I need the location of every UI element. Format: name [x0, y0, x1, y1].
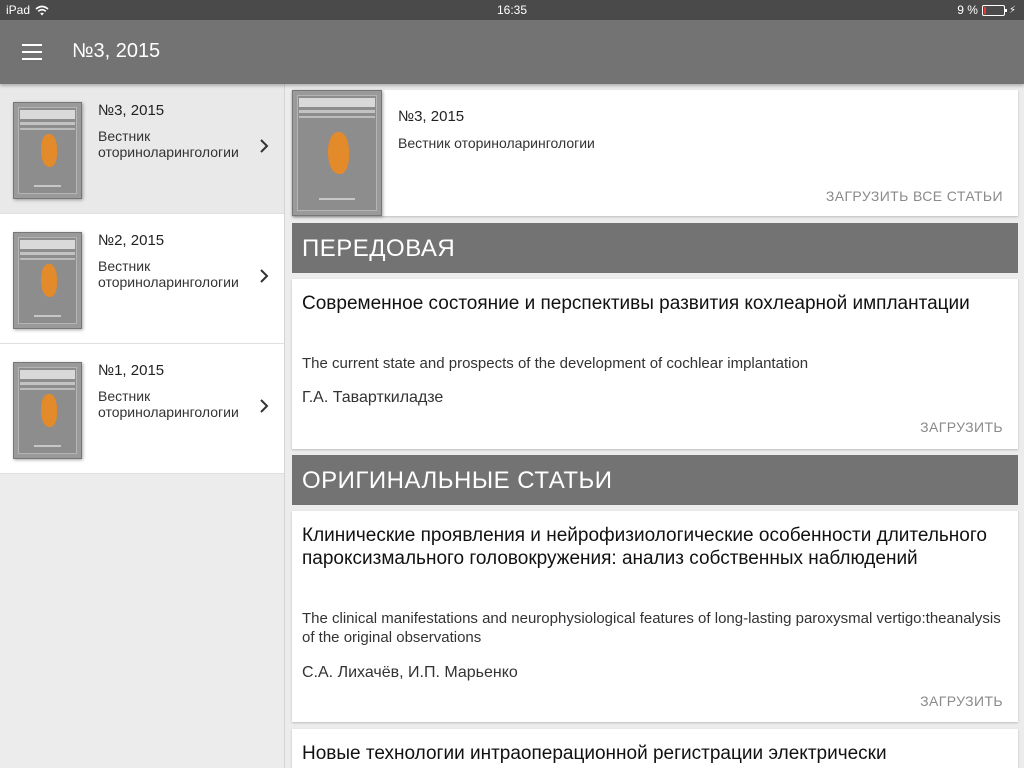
download-all-button[interactable]: ЗАГРУЗИТЬ ВСЕ СТАТЬИ: [826, 188, 1003, 204]
download-button[interactable]: ЗАГРУЗИТЬ: [920, 419, 1003, 435]
issue-cover-image: [292, 90, 382, 216]
issue-number: №1, 2015: [98, 362, 165, 379]
journal-name: Вестник оториноларингологии: [98, 388, 239, 420]
battery-fill: [983, 6, 986, 14]
article-card[interactable]: Клинические проявления и нейрофизиологич…: [292, 511, 1018, 722]
article-card[interactable]: Современное состояние и перспективы разв…: [292, 279, 1018, 449]
issue-cover-image: [13, 232, 82, 329]
issue-cover-image: [13, 102, 82, 199]
issue-contents: №3, 2015 Вестник оториноларингологии ЗАГ…: [286, 84, 1024, 768]
chevron-right-icon: [260, 399, 269, 413]
status-right: 9 % ⚡: [957, 3, 1016, 17]
issue-cover-image: [13, 362, 82, 459]
menu-icon-line: [22, 44, 42, 46]
app-bar: №3, 2015: [0, 20, 1024, 84]
article-card[interactable]: Новые технологии интраоперационной регис…: [292, 729, 1018, 768]
journal-name: Вестник оториноларингологии: [98, 128, 239, 160]
chevron-right-icon: [260, 139, 269, 153]
article-title-en: The clinical manifestations and neurophy…: [302, 610, 1001, 646]
article-authors: С.А. Лихачёв, И.П. Марьенко: [302, 664, 518, 681]
status-bar: iPad 16:35 9 % ⚡: [0, 0, 1024, 20]
issue-number: №3, 2015: [398, 108, 465, 125]
issue-list-item[interactable]: №1, 2015 Вестник оториноларингологии: [0, 344, 284, 474]
chevron-right-icon: [260, 269, 269, 283]
article-title-en: The current state and prospects of the d…: [302, 355, 809, 372]
article-title: Новые технологии интраоперационной регис…: [302, 743, 887, 764]
issue-list-item[interactable]: №2, 2015 Вестник оториноларингологии: [0, 214, 284, 344]
section-header: ПЕРЕДОВАЯ: [292, 223, 1018, 273]
status-time: 16:35: [496, 3, 528, 17]
battery-percent: 9 %: [957, 3, 978, 17]
article-title: Современное состояние и перспективы разв…: [302, 293, 970, 314]
download-button[interactable]: ЗАГРУЗИТЬ: [920, 693, 1003, 709]
section-header: ОРИГИНАЛЬНЫЕ СТАТЬИ: [292, 455, 1018, 505]
page-title: №3, 2015: [72, 40, 161, 62]
issue-number: №3, 2015: [98, 102, 165, 119]
article-authors: Г.А. Таварткиладзе: [302, 389, 444, 406]
charging-icon: ⚡: [1008, 4, 1016, 16]
issue-list-item[interactable]: №3, 2015 Вестник оториноларингологии: [0, 84, 284, 214]
issue-header-card: №3, 2015 Вестник оториноларингологии ЗАГ…: [292, 90, 1018, 216]
issues-sidebar: №3, 2015 Вестник оториноларингологии №2,…: [0, 84, 285, 768]
menu-icon-line: [22, 58, 42, 60]
issue-number: №2, 2015: [98, 232, 165, 249]
journal-name: Вестник оториноларингологии: [98, 258, 239, 290]
menu-icon-line: [22, 51, 42, 53]
journal-name: Вестник оториноларингологии: [398, 135, 595, 151]
article-title: Клинические проявления и нейрофизиологич…: [302, 525, 987, 569]
menu-icon[interactable]: [14, 36, 50, 68]
battery-icon: [981, 4, 1007, 16]
